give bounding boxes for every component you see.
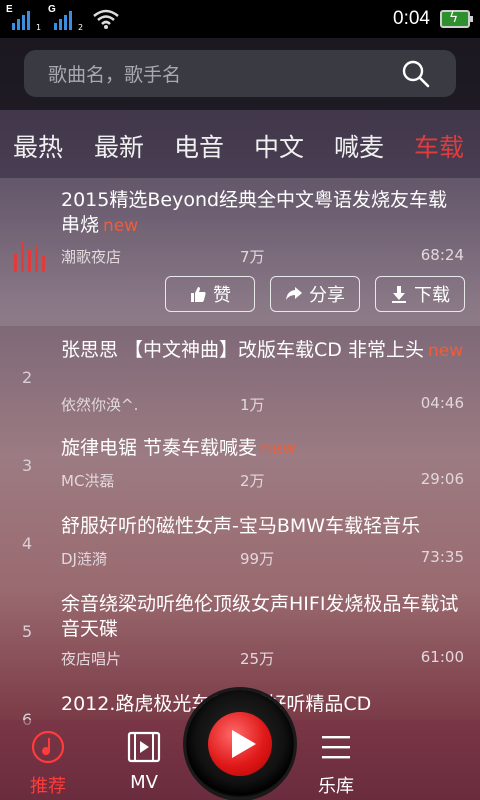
- song-title-text: 张思思 【中文神曲】改版车载CD 非常上头: [61, 339, 424, 361]
- search-area: [0, 38, 480, 110]
- battery-icon: ϟ: [440, 10, 473, 28]
- search-icon[interactable]: [402, 60, 430, 88]
- song-artist: DJ涟漪: [61, 550, 107, 568]
- nav-library[interactable]: 乐库: [296, 730, 376, 798]
- app-content: 最热 最新 电音 中文 喊麦 车载 2015精选Beyond经典全中文粤语发烧友…: [0, 38, 480, 800]
- song-index: 4: [22, 534, 33, 553]
- song-index: 5: [22, 622, 33, 641]
- song-title-text: 旋律电锯 节奏车载喊麦: [61, 437, 258, 459]
- like-button[interactable]: 赞: [165, 276, 255, 312]
- download-button[interactable]: 下载: [375, 276, 465, 312]
- new-badge: new: [261, 439, 297, 459]
- tab-shout-mic[interactable]: 喊麦: [334, 128, 384, 164]
- new-badge: new: [103, 216, 139, 236]
- song-artist: 潮歌夜店: [61, 248, 122, 266]
- music-disc-icon: [31, 730, 65, 764]
- play-button-core[interactable]: [208, 712, 272, 776]
- song-index: 2: [22, 368, 33, 387]
- play-icon: [232, 730, 256, 758]
- song-duration: 61:00: [420, 648, 464, 666]
- song-artist: 夜店唱片: [61, 650, 122, 668]
- share-arrow-icon: [286, 287, 302, 300]
- nav-mv[interactable]: MV: [104, 730, 184, 793]
- song-duration: 29:06: [420, 470, 464, 488]
- signal-1-icon: E 1: [6, 4, 41, 32]
- tab-hottest[interactable]: 最热: [13, 128, 63, 164]
- song-duration: 73:35: [420, 548, 464, 566]
- song-index: 3: [22, 456, 33, 475]
- signal-2-icon: G 2: [48, 4, 83, 32]
- now-playing-icon: [14, 242, 45, 272]
- song-title: 旋律电锯 节奏车载喊麦 new: [61, 436, 466, 462]
- tab-electronic[interactable]: 电音: [174, 128, 224, 164]
- sim-slot-2: 2: [78, 23, 84, 32]
- nav-mv-label: MV: [130, 772, 158, 793]
- status-bar: E 1 G 2 0:04 ϟ: [0, 0, 480, 38]
- tab-chinese[interactable]: 中文: [254, 128, 304, 164]
- share-button[interactable]: 分享: [270, 276, 360, 312]
- thumbs-up-icon: [191, 287, 206, 302]
- new-badge: new: [427, 341, 464, 361]
- song-title-text: 舒服好听的磁性女声-宝马BMW车载轻音乐: [61, 515, 421, 537]
- search-input[interactable]: [46, 50, 390, 99]
- nav-library-label: 乐库: [318, 776, 354, 797]
- search-box[interactable]: [24, 50, 456, 99]
- song-artist: MC洪磊: [61, 472, 115, 490]
- list-item[interactable]: 2 张思思 【中文神曲】改版车载CD 非常上头 new 依然你涣^. 1万 04:…: [0, 326, 480, 414]
- like-label: 赞: [213, 285, 231, 306]
- list-item[interactable]: 4 舒服好听的磁性女声-宝马BMW车载轻音乐 DJ涟漪 99万 73:35: [0, 492, 480, 572]
- list-item[interactable]: 3 旋律电锯 节奏车载喊麦 new MC洪磊 2万 29:06: [0, 412, 480, 492]
- song-title: 2015精选Beyond经典全中文粤语发烧友车载串烧 new: [61, 188, 466, 239]
- play-count: 25万: [240, 650, 275, 668]
- sim-slot-1: 1: [36, 23, 42, 32]
- list-item[interactable]: 5 余音绕梁动听绝伦顶级女声HIFI发烧极品车载试音天碟 夜店唱片 25万 61…: [0, 572, 480, 672]
- clock: 0:04: [393, 8, 430, 29]
- song-title: 张思思 【中文神曲】改版车载CD 非常上头 new: [61, 338, 466, 364]
- song-title: 舒服好听的磁性女声-宝马BMW车载轻音乐: [61, 514, 466, 539]
- download-icon: [392, 286, 406, 303]
- share-label: 分享: [309, 285, 345, 306]
- tab-car[interactable]: 车载: [414, 128, 464, 164]
- nav-recommend-label: 推荐: [30, 776, 66, 797]
- song-title: 余音绕梁动听绝伦顶级女声HIFI发烧极品车载试音天碟: [61, 592, 466, 642]
- list-item[interactable]: 2015精选Beyond经典全中文粤语发烧友车载串烧 new 潮歌夜店 7万 68…: [0, 178, 480, 326]
- song-title-text: 余音绕梁动听绝伦顶级女声HIFI发烧极品车载试音天碟: [61, 593, 459, 640]
- nav-recommend[interactable]: 推荐: [8, 730, 88, 798]
- song-duration: 68:24: [420, 246, 464, 264]
- category-tabs: 最热 最新 电音 中文 喊麦 车载: [0, 110, 480, 178]
- tab-newest[interactable]: 最新: [94, 128, 144, 164]
- play-count: 2万: [240, 472, 265, 490]
- play-button[interactable]: [186, 690, 294, 798]
- song-duration: 04:46: [420, 394, 464, 412]
- play-count: 99万: [240, 550, 275, 568]
- wifi-icon: [93, 9, 119, 29]
- menu-list-icon: [322, 736, 350, 759]
- play-count: 7万: [240, 248, 265, 266]
- download-label: 下载: [414, 285, 450, 306]
- video-icon: [127, 731, 161, 763]
